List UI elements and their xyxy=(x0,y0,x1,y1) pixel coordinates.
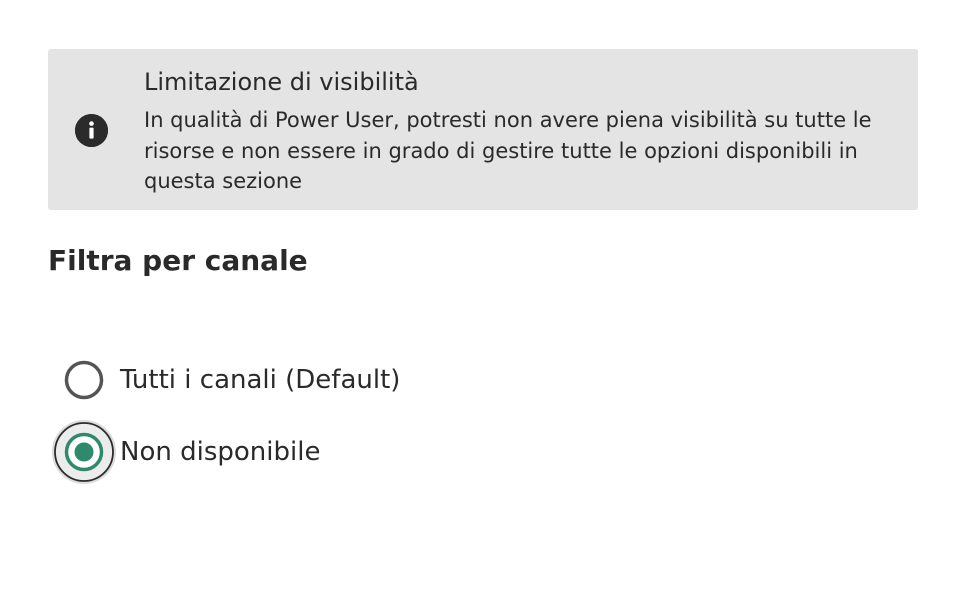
visibility-limitation-notice: Limitazione di visibilità In qualità di … xyxy=(48,49,918,210)
notice-text: In qualità di Power User, potresti non a… xyxy=(144,108,872,193)
filter-by-channel-title: Filtra per canale xyxy=(48,244,308,277)
radio-unselected-icon[interactable] xyxy=(52,348,116,412)
radio-selected-icon[interactable] xyxy=(52,420,116,484)
radio-label-not-available: Non disponibile xyxy=(120,437,321,467)
radio-option-all-channels[interactable]: Tutti i canali (Default) xyxy=(52,348,552,412)
radio-label-all-channels: Tutti i canali (Default) xyxy=(120,365,401,395)
radio-option-not-available[interactable]: Non disponibile xyxy=(52,420,552,484)
info-icon xyxy=(75,114,108,147)
notice-title: Limitazione di visibilità xyxy=(144,68,419,96)
